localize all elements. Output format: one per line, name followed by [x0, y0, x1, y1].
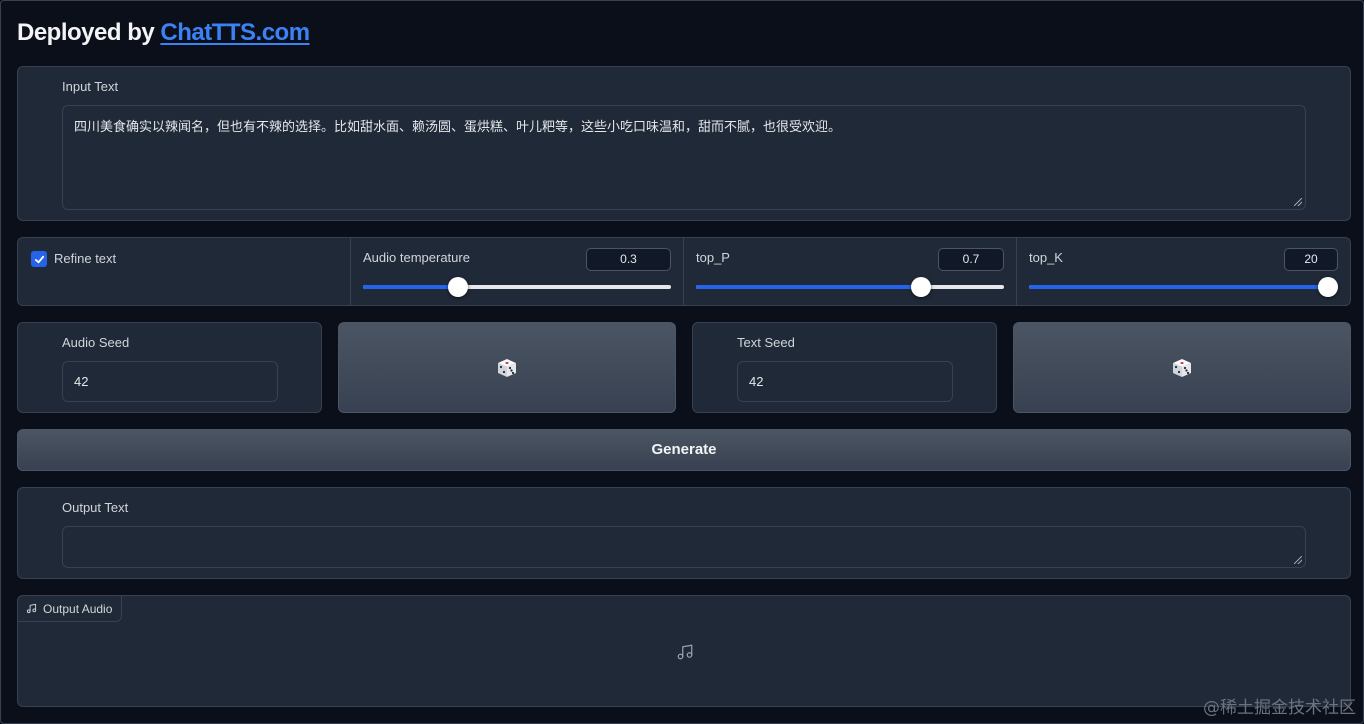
divider [1016, 238, 1017, 305]
refine-text-checkbox[interactable] [31, 251, 47, 267]
audio-seed-panel: Audio Seed 42 [17, 322, 322, 413]
top-p-label: top_P [696, 250, 730, 265]
music-note-icon [677, 644, 693, 660]
chattts-link[interactable]: ChatTTS.com [160, 19, 310, 46]
input-text-label: Input Text [62, 79, 119, 94]
controls-panel: Refine text Audio temperature 0.3 top_P … [17, 237, 1351, 306]
top-p-slider[interactable] [696, 277, 1004, 297]
top-k-input[interactable]: 20 [1284, 248, 1338, 271]
divider [683, 238, 684, 305]
slider-fill [363, 285, 459, 289]
output-audio-panel [17, 595, 1351, 707]
audio-seed-input[interactable]: 42 [62, 361, 278, 402]
slider-fill [696, 285, 921, 289]
output-text-label: Output Text [62, 500, 129, 515]
dice-icon [1173, 358, 1191, 377]
audio-seed-dice-button[interactable] [338, 322, 676, 413]
audio-temperature-input[interactable]: 0.3 [586, 248, 671, 271]
audio-seed-label: Audio Seed [62, 335, 130, 350]
resize-grip-icon[interactable] [1294, 556, 1302, 564]
output-text-area[interactable] [62, 526, 1306, 568]
slider-thumb[interactable] [448, 277, 469, 297]
slider-thumb[interactable] [1318, 277, 1338, 297]
title-prefix: Deployed by [17, 19, 161, 46]
slider-fill [1029, 285, 1328, 289]
music-note-icon [26, 603, 37, 614]
top-p-input[interactable]: 0.7 [938, 248, 1004, 271]
output-audio-label: Output Audio [43, 601, 113, 616]
refine-text-label: Refine text [54, 251, 117, 266]
resize-grip-icon[interactable] [1294, 198, 1302, 206]
audio-temperature-slider[interactable] [363, 277, 671, 297]
divider [350, 238, 351, 305]
text-seed-panel: Text Seed 42 [692, 322, 997, 413]
top-k-slider[interactable] [1029, 277, 1338, 297]
top-k-label: top_K [1029, 250, 1063, 265]
output-audio-tag: Output Audio [17, 595, 123, 622]
output-text-panel: Output Text [17, 487, 1351, 579]
input-text-value: 四川美食确实以辣闻名，但也有不辣的选择。比如甜水面、赖汤圆、蛋烘糕、叶儿粑等，这… [74, 119, 842, 134]
slider-thumb[interactable] [910, 277, 931, 297]
text-seed-dice-button[interactable] [1013, 322, 1351, 413]
page-title: Deployed by ChatTTS.com [17, 19, 310, 47]
watermark: @稀土掘金技术社区 [1203, 698, 1356, 718]
text-seed-label: Text Seed [737, 335, 795, 350]
checkmark-icon [34, 255, 44, 263]
input-text-panel: Input Text 四川美食确实以辣闻名，但也有不辣的选择。比如甜水面、赖汤圆… [17, 66, 1351, 221]
dice-icon [498, 358, 516, 377]
generate-button[interactable]: Generate [17, 429, 1351, 471]
audio-temperature-label: Audio temperature [363, 250, 470, 265]
input-text-area[interactable]: 四川美食确实以辣闻名，但也有不辣的选择。比如甜水面、赖汤圆、蛋烘糕、叶儿粑等，这… [62, 105, 1306, 210]
text-seed-input[interactable]: 42 [737, 361, 953, 402]
